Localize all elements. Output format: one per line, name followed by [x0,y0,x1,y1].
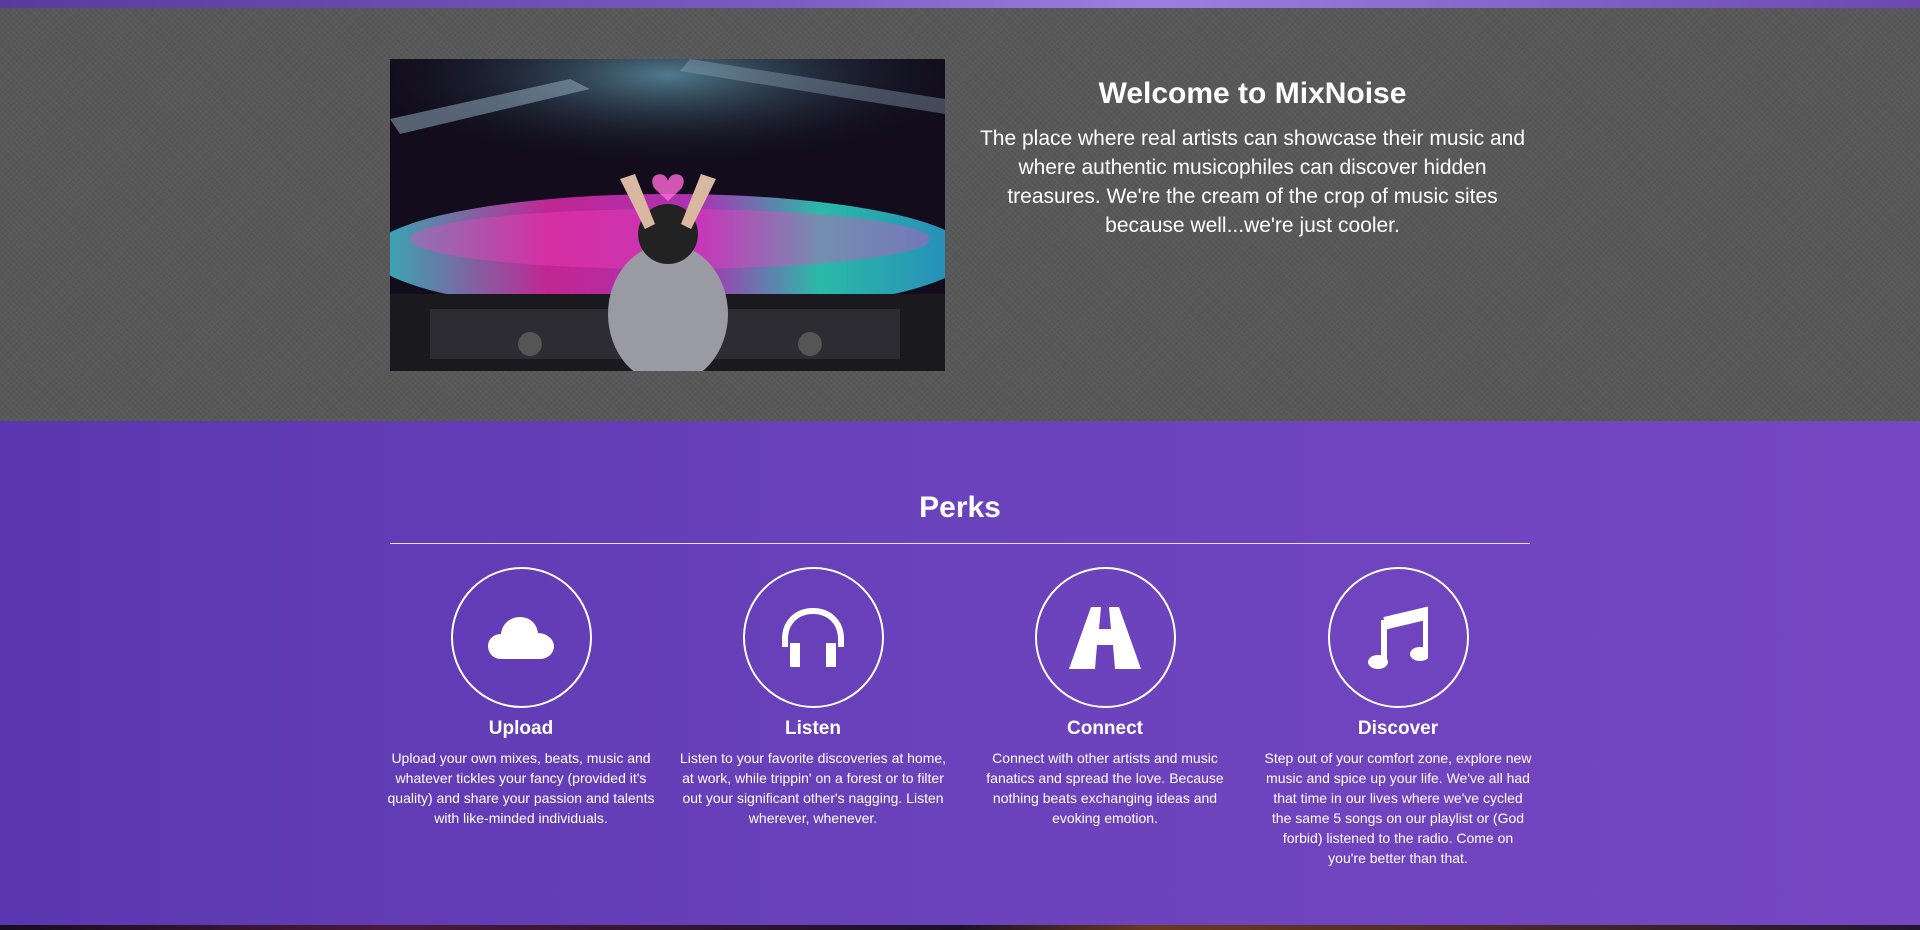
perks-section: Perks Upload Upload your own mixes, beat… [0,421,1920,925]
hero-title: Welcome to MixNoise [1098,77,1407,110]
perk-title: Connect [1067,718,1143,739]
hero-text: Welcome to MixNoise The place where real… [970,76,1535,240]
hero-section: Welcome to MixNoise The place where real… [0,8,1920,421]
bottom-strip [0,925,1920,930]
top-strip [0,0,1920,8]
music-note-icon [1368,605,1428,669]
perk-connect: Connect Connect with other artists and m… [971,567,1239,828]
hero-description: The place where real artists can showcas… [979,127,1526,237]
road-icon [1069,606,1141,669]
perk-icon-circle [1034,567,1176,708]
perk-description: Upload your own mixes, beats, music and … [387,750,655,826]
headphones-icon [782,607,844,667]
perk-description: Listen to your favorite discoveries at h… [679,750,947,826]
perk-icon-circle [742,567,884,708]
perk-description: Step out of your comfort zone, explore n… [1264,750,1532,866]
perks-title: Perks [919,491,1001,524]
perk-discover: Discover Step out of your comfort zone, … [1264,567,1532,868]
perk-icon-circle [1327,567,1469,708]
perks-divider [390,543,1530,544]
perk-upload: Upload Upload your own mixes, beats, mus… [387,567,655,828]
perk-icon-circle [450,567,592,708]
perk-title: Discover [1357,718,1439,739]
cloud-icon [488,616,554,659]
hero-image-dj-crowd [390,59,945,371]
perk-description: Connect with other artists and music fan… [986,750,1224,826]
perk-title: Upload [488,718,554,739]
perk-title: Listen [785,718,841,739]
perk-listen: Listen Listen to your favorite discoveri… [679,567,947,828]
